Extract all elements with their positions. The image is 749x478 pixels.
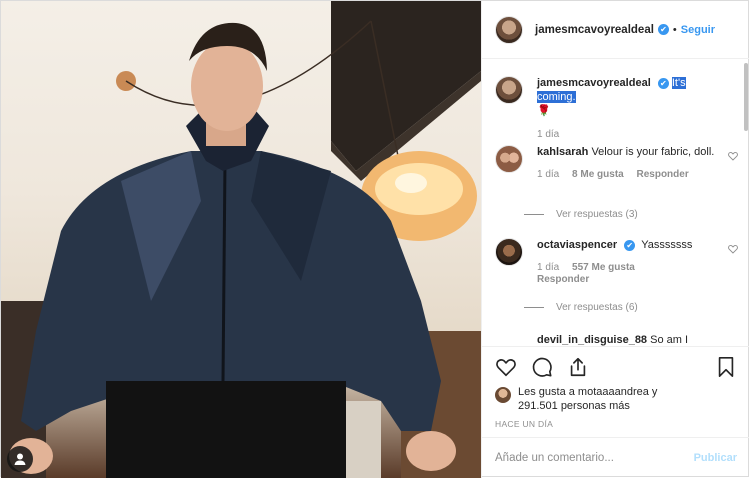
- post-actions: Les gusta a motaaaandrea y 291.501 perso…: [482, 346, 749, 436]
- caption-username[interactable]: jamesmcavoyrealdeal: [537, 77, 651, 89]
- view-replies-label: Ver respuestas (6): [556, 302, 638, 313]
- replies-line: [524, 214, 544, 215]
- add-comment-bar: Añade un comentario... Publicar: [482, 437, 749, 478]
- comment-text: Velour is your fabric, doll.: [591, 146, 715, 158]
- author-avatar[interactable]: [495, 15, 523, 44]
- comment-username[interactable]: devil_in_disguise_88: [537, 334, 647, 346]
- verified-icon: ✔: [657, 77, 669, 89]
- likes-line-1: Les gusta a motaaaandrea y: [518, 386, 658, 398]
- post-side-panel: jamesmcavoyrealdeal ✔ • Seguir jamesmcav…: [481, 1, 749, 478]
- heart-icon[interactable]: [728, 244, 738, 254]
- comment-icon[interactable]: [531, 356, 553, 378]
- commenter-avatar[interactable]: [495, 145, 523, 173]
- replies-line: [524, 307, 544, 308]
- view-replies-button[interactable]: Ver respuestas (3): [524, 209, 638, 220]
- comment-username[interactable]: octaviaspencer: [537, 239, 617, 251]
- caption-emoji: 🌹: [537, 105, 551, 117]
- comment-time[interactable]: 1 día: [537, 169, 559, 180]
- liker-avatar: [495, 387, 511, 403]
- share-icon[interactable]: [567, 356, 589, 378]
- comments-scrollbar[interactable]: [744, 63, 748, 131]
- comment-time[interactable]: 1 día: [537, 262, 559, 273]
- photo-illustration: [1, 1, 481, 478]
- comment-likes[interactable]: 8 Me gusta: [572, 169, 624, 180]
- heart-icon[interactable]: [728, 151, 738, 161]
- reply-button[interactable]: Responder: [637, 169, 689, 180]
- verified-icon: ✔: [657, 24, 669, 35]
- user-tag-icon: [14, 453, 26, 465]
- user-tag-button[interactable]: [7, 446, 33, 472]
- post-timestamp[interactable]: HACE UN DÍA: [495, 419, 553, 429]
- view-replies-button[interactable]: Ver respuestas (6): [524, 302, 638, 313]
- comment-text: So am I: [650, 334, 689, 346]
- reply-button[interactable]: Responder: [537, 274, 589, 285]
- likes-line-2: 291.501 personas más: [518, 400, 630, 412]
- bookmark-icon[interactable]: [715, 356, 737, 378]
- post-header: jamesmcavoyrealdeal ✔ • Seguir: [482, 1, 749, 59]
- caption-time[interactable]: 1 día: [537, 129, 559, 140]
- follow-button[interactable]: Seguir: [681, 24, 715, 36]
- likes-summary[interactable]: Les gusta a motaaaandrea y 291.501 perso…: [495, 385, 657, 413]
- instagram-post: jamesmcavoyrealdeal ✔ • Seguir jamesmcav…: [0, 0, 749, 478]
- view-replies-label: Ver respuestas (3): [556, 209, 638, 220]
- caption-avatar[interactable]: [495, 76, 523, 104]
- verified-icon: ✔: [624, 239, 636, 251]
- author-username[interactable]: jamesmcavoyrealdeal: [535, 24, 654, 36]
- comment-input[interactable]: Añade un comentario...: [495, 452, 614, 464]
- comment-username[interactable]: kahlsarah: [537, 146, 588, 158]
- publish-button[interactable]: Publicar: [694, 452, 737, 464]
- comments-list[interactable]: jamesmcavoyrealdeal ✔ It's coming. 🌹 1 d…: [482, 60, 749, 346]
- separator-dot: •: [672, 23, 677, 36]
- comment-likes[interactable]: 557 Me gusta: [572, 262, 635, 273]
- post-photo[interactable]: [1, 1, 481, 478]
- comment-text: Yasssssss: [641, 239, 693, 251]
- heart-icon[interactable]: [495, 356, 517, 378]
- commenter-avatar[interactable]: [495, 238, 523, 266]
